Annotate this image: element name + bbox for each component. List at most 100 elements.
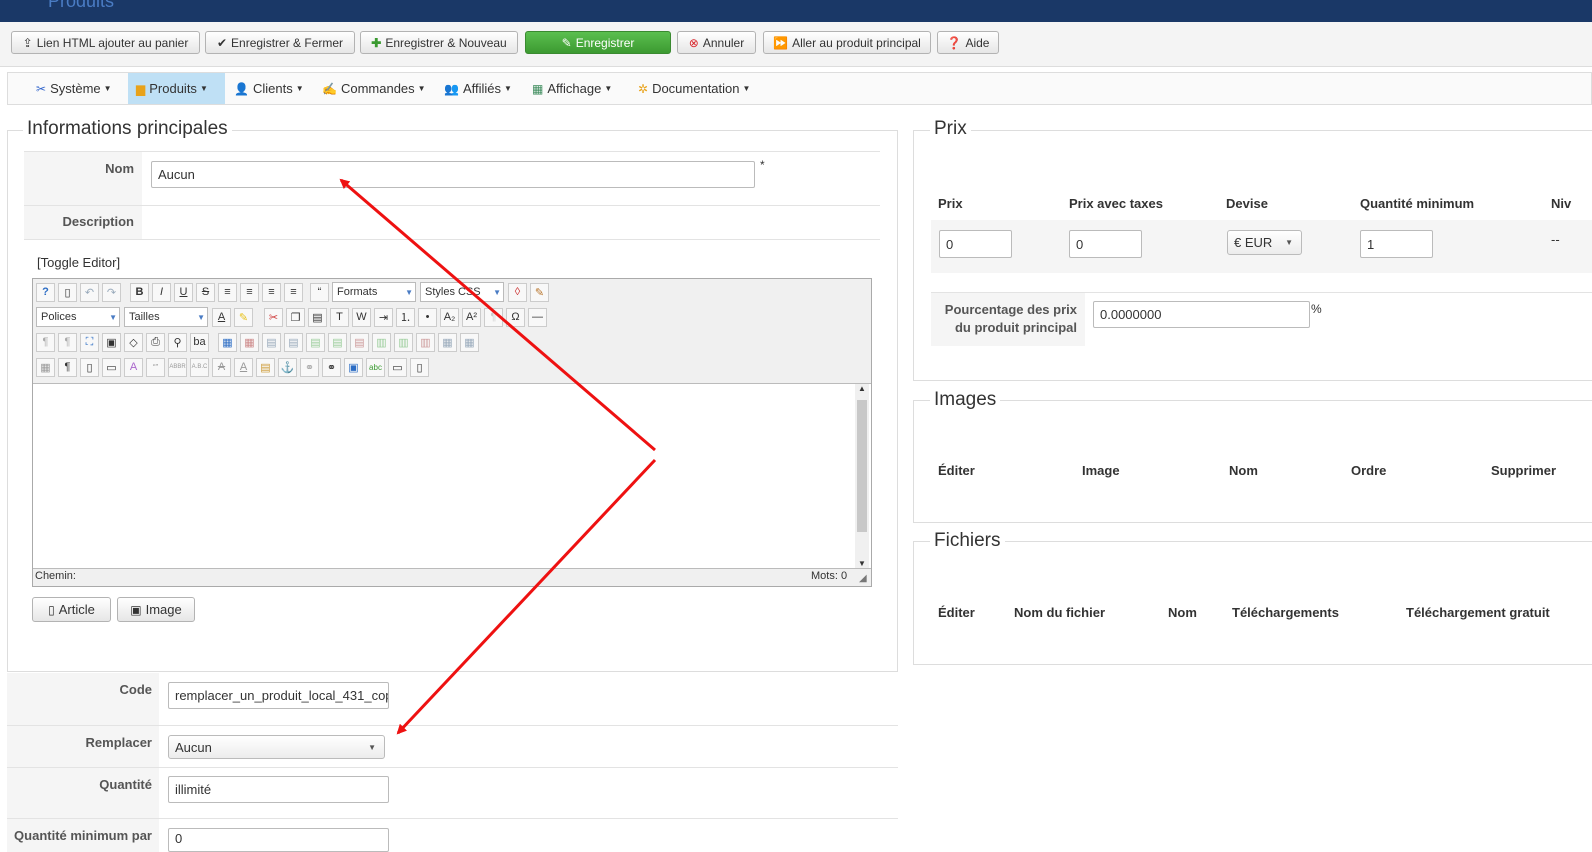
align-left-icon[interactable]: ≡ <box>262 282 281 302</box>
save-new-button[interactable]: ✚ Enregistrer & Nouveau <box>360 31 518 54</box>
insert-image-button[interactable]: ▣ Image <box>117 597 195 622</box>
cite-icon[interactable]: “” <box>146 357 165 377</box>
delete-col-icon[interactable]: ▥ <box>416 332 435 352</box>
row-before-icon[interactable]: ▤ <box>262 332 281 352</box>
merge-cells-icon[interactable]: ▦ <box>460 332 479 352</box>
menu-item-clients[interactable]: 👤 Clients ▼ <box>226 73 312 104</box>
col-before-icon[interactable]: ▥ <box>372 332 391 352</box>
save-close-button[interactable]: ✔ Enregistrer & Fermer <box>205 31 355 54</box>
subscript-icon[interactable]: A₂ <box>440 307 459 327</box>
style-props-icon[interactable]: A <box>124 357 143 377</box>
link-icon[interactable]: ⚭ <box>322 357 341 377</box>
fullscreen-icon[interactable]: ⛶ <box>80 332 99 352</box>
paste-text-icon[interactable]: T <box>330 307 349 327</box>
help-button[interactable]: ❓ Aide <box>937 31 999 54</box>
goto-main-product-button[interactable]: ⏩ Aller au produit principal <box>763 31 931 54</box>
col-after-icon[interactable]: ▥ <box>394 332 413 352</box>
show-blocks-icon[interactable]: ¶ <box>58 357 77 377</box>
align-center-icon[interactable]: ≡ <box>240 282 259 302</box>
editor-content-area[interactable]: ▲ ▼ <box>33 383 871 569</box>
scroll-down-icon[interactable]: ▼ <box>858 559 866 568</box>
anchor-icon[interactable]: ⚓ <box>278 357 297 377</box>
image-insert-icon[interactable]: ▣ <box>344 357 363 377</box>
paste-word-icon[interactable]: W <box>352 307 371 327</box>
ins-icon[interactable]: A <box>234 357 253 377</box>
row-props-icon[interactable]: ▤ <box>306 332 325 352</box>
del-icon[interactable]: A <box>212 357 231 377</box>
acronym-icon[interactable]: A.B.C <box>190 357 209 377</box>
menu-item-commandes[interactable]: ✍ Commandes ▼ <box>314 73 434 104</box>
menu-item-systeme[interactable]: ✂ Système ▼ <box>28 73 120 104</box>
bullet-list-icon[interactable]: • <box>418 307 437 327</box>
ltr-icon[interactable]: ¶ <box>36 332 55 352</box>
code-input[interactable]: remplacer_un_produit_local_431_copie <box>168 682 389 709</box>
percent-input[interactable]: 0.0000000 <box>1093 301 1310 328</box>
delete-row-icon[interactable]: ▤ <box>350 332 369 352</box>
print-icon[interactable]: ⎙ <box>146 332 165 352</box>
superscript-icon[interactable]: A² <box>462 307 481 327</box>
layer-icon[interactable]: ▭ <box>102 357 121 377</box>
delete-table-icon[interactable]: ▦ <box>240 332 259 352</box>
spellcheck-icon[interactable]: abc <box>366 357 385 377</box>
rtl-icon[interactable]: ¶ <box>58 332 77 352</box>
align-justify-icon[interactable]: ≡ <box>218 282 237 302</box>
min-qty-input[interactable]: 1 <box>1360 230 1433 258</box>
unlink-icon[interactable]: ⚭ <box>300 357 319 377</box>
scroll-up-icon[interactable]: ▲ <box>858 384 866 393</box>
bold-icon[interactable]: B <box>130 282 149 302</box>
redo-icon[interactable]: ↷ <box>102 282 121 302</box>
insert-article-button[interactable]: ▯ Article <box>32 597 111 622</box>
help-icon[interactable]: ? <box>36 282 55 302</box>
search-icon[interactable]: ⚲ <box>168 332 187 352</box>
strikethrough-icon[interactable]: S <box>196 282 215 302</box>
readmore-icon[interactable]: ▯ <box>410 357 429 377</box>
template-icon[interactable]: ▯ <box>80 357 99 377</box>
special-char-icon[interactable]: Ω <box>506 307 525 327</box>
code-icon[interactable]: ◇ <box>124 332 143 352</box>
menu-item-documentation[interactable]: ✲ Documentation ▼ <box>630 73 758 104</box>
paste-icon[interactable]: ▤ <box>308 307 327 327</box>
italic-icon[interactable]: I <box>152 282 171 302</box>
toggle-editor-link[interactable]: [Toggle Editor] <box>37 255 120 270</box>
fonts-select[interactable]: Polices ▼ <box>36 307 120 327</box>
editor-scrollbar[interactable]: ▲ ▼ <box>855 384 869 568</box>
min-quantity-input[interactable]: 0 <box>168 828 389 852</box>
price-tax-input[interactable]: 0 <box>1069 230 1142 258</box>
table-icon[interactable]: ▦ <box>218 332 237 352</box>
menu-item-affilies[interactable]: 👥 Affiliés ▼ <box>436 73 520 104</box>
preview-icon[interactable]: ▣ <box>102 332 121 352</box>
abbr-icon[interactable]: ABBR <box>168 357 187 377</box>
menu-item-produits[interactable]: ▆ Produits ▼ <box>128 73 225 104</box>
split-cells-icon[interactable]: ▦ <box>438 332 457 352</box>
direction-icon[interactable]: ¶ <box>484 307 503 327</box>
text-color-icon[interactable]: A <box>212 307 231 327</box>
cell-props-icon[interactable]: ▤ <box>328 332 347 352</box>
currency-select[interactable]: € EUR ▼ <box>1227 230 1302 255</box>
replace-icon[interactable]: ba <box>190 332 209 352</box>
row-after-icon[interactable]: ▤ <box>284 332 303 352</box>
attribs-icon[interactable]: ▤ <box>256 357 275 377</box>
cleanup-icon[interactable]: ✎ <box>530 282 549 302</box>
html-link-button[interactable]: ⇪ Lien HTML ajouter au panier <box>11 31 200 54</box>
indent-icon[interactable]: ⇥ <box>374 307 393 327</box>
visual-aid-icon[interactable]: ▦ <box>36 357 55 377</box>
new-document-icon[interactable]: ▯ <box>58 282 77 302</box>
styles-select[interactable]: Styles CSS ▼ <box>420 282 504 302</box>
eraser-icon[interactable]: ◊ <box>508 282 527 302</box>
underline-icon[interactable]: U <box>174 282 193 302</box>
menu-item-affichage[interactable]: ▦ Affichage ▼ <box>524 73 620 104</box>
replace-select[interactable]: Aucun ▼ <box>168 735 385 759</box>
undo-icon[interactable]: ↶ <box>80 282 99 302</box>
scrollbar-thumb[interactable] <box>857 400 867 532</box>
formats-select[interactable]: Formats ▼ <box>332 282 416 302</box>
ordered-list-icon[interactable]: ⒈ <box>396 307 415 327</box>
name-input[interactable]: Aucun <box>151 161 755 188</box>
align-right-icon[interactable]: ≡ <box>284 282 303 302</box>
quantity-input[interactable]: illimité <box>168 776 389 803</box>
horizontal-rule-icon[interactable]: — <box>528 307 547 327</box>
price-input[interactable]: 0 <box>939 230 1012 258</box>
sizes-select[interactable]: Tailles ▼ <box>124 307 208 327</box>
cut-icon[interactable]: ✂ <box>264 307 283 327</box>
resize-handle-icon[interactable]: ◢ <box>859 573 867 584</box>
highlight-icon[interactable]: ✎ <box>234 307 253 327</box>
